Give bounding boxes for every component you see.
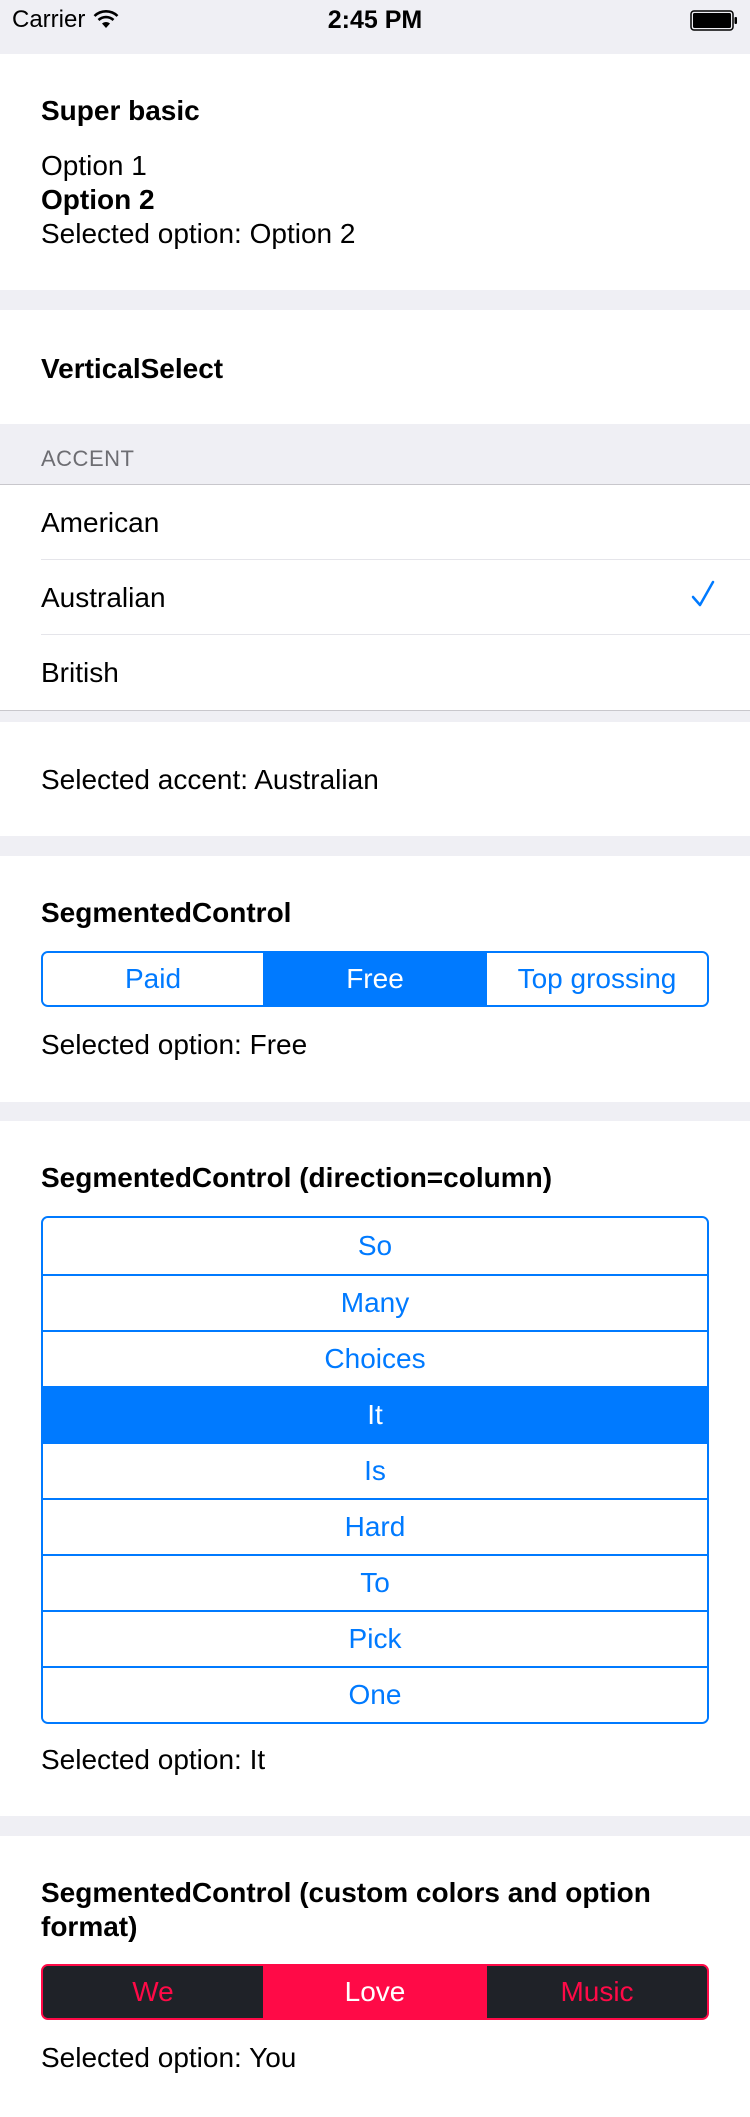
segment-hard[interactable]: Hard xyxy=(43,1498,707,1554)
segment-one[interactable]: One xyxy=(43,1666,707,1722)
accent-section-header: ACCENT xyxy=(0,424,750,484)
segmented-control-custom: We Love Music xyxy=(41,1964,709,2020)
segmented-custom-section: SegmentedControl (custom colors and opti… xyxy=(0,1836,750,2117)
segment-paid[interactable]: Paid xyxy=(43,953,263,1005)
vertical-select-title-card: VerticalSelect xyxy=(0,310,750,424)
accent-option-australian[interactable]: Australian xyxy=(0,560,750,635)
clock: 2:45 PM xyxy=(327,6,423,34)
status-bar: Carrier 2:45 PM xyxy=(0,0,750,40)
segment-pick[interactable]: Pick xyxy=(43,1610,707,1666)
section-title-line-1: SegmentedControl (custom colors and opti… xyxy=(41,1877,651,1908)
segment-love[interactable]: Love xyxy=(263,1966,485,2018)
section-title: SegmentedControl xyxy=(41,897,292,928)
segment-music[interactable]: Music xyxy=(485,1966,707,2018)
segmented-control-section: SegmentedControl Paid Free Top grossing … xyxy=(0,856,750,1102)
segmented-control: Paid Free Top grossing xyxy=(41,951,709,1007)
selected-option-text: Selected option: You xyxy=(41,2042,297,2073)
selected-accent-text: Selected accent: Australian xyxy=(41,764,379,795)
selected-option-text: Selected option: Free xyxy=(41,1029,308,1060)
selected-option-text: Selected option: It xyxy=(41,1744,266,1775)
accent-option-american[interactable]: American xyxy=(0,485,750,560)
segment-we[interactable]: We xyxy=(43,1966,263,2018)
segment-choices[interactable]: Choices xyxy=(43,1330,707,1386)
battery-icon xyxy=(690,10,737,31)
segment-to[interactable]: To xyxy=(43,1554,707,1610)
super-basic-section: Super basic Option 1 Option 2 Selected o… xyxy=(0,54,750,290)
segmented-column-section: SegmentedControl (direction=column) So M… xyxy=(0,1121,750,1816)
segmented-control-column: So Many Choices It Is Hard To Pick One xyxy=(41,1216,709,1724)
list-item-label: American xyxy=(41,507,160,538)
list-item-label: British xyxy=(41,657,119,688)
segment-so[interactable]: So xyxy=(43,1218,707,1274)
checkmark-icon xyxy=(691,580,715,607)
segment-it[interactable]: It xyxy=(43,1386,707,1442)
section-title: SegmentedControl (direction=column) xyxy=(41,1162,553,1193)
segment-many[interactable]: Many xyxy=(43,1274,707,1330)
option-1[interactable]: Option 1 xyxy=(41,150,147,182)
section-title: VerticalSelect xyxy=(41,353,224,384)
selected-accent-card: Selected accent: Australian xyxy=(0,722,750,836)
section-header-label: ACCENT xyxy=(41,446,135,471)
accent-option-british[interactable]: British xyxy=(0,635,750,710)
segment-free[interactable]: Free xyxy=(263,953,485,1005)
segment-top-grossing[interactable]: Top grossing xyxy=(485,953,707,1005)
selected-option-text: Selected option: Option 2 xyxy=(41,218,356,249)
segment-is[interactable]: Is xyxy=(43,1442,707,1498)
option-2[interactable]: Option 2 xyxy=(41,184,155,216)
list-item-label: Australian xyxy=(41,582,166,613)
accent-list: American Australian British xyxy=(0,484,750,711)
section-title-line-2: format) xyxy=(41,1911,138,1942)
section-title: Super basic xyxy=(41,95,200,126)
